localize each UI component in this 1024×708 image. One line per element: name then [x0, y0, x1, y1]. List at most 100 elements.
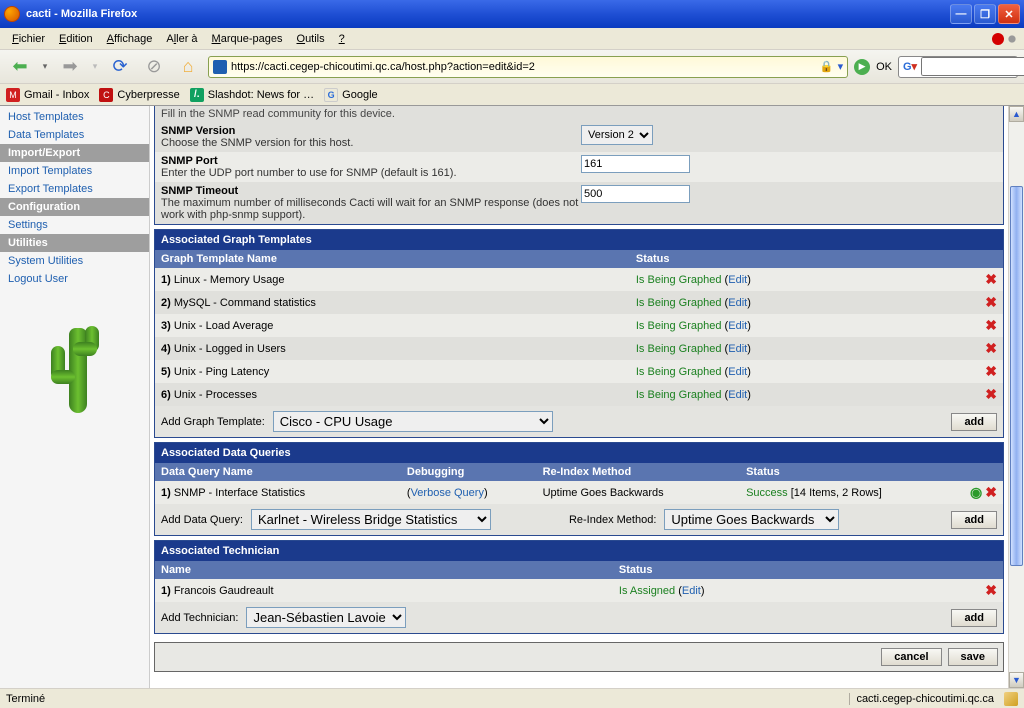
cancel-button[interactable]: cancel: [881, 648, 941, 666]
bookmark-cyberpresse[interactable]: CCyberpresse: [99, 88, 179, 102]
table-row: 6) Unix - ProcessesIs Being Graphed (Edi…: [155, 383, 1003, 406]
bookmark-google[interactable]: GGoogle: [324, 88, 377, 102]
edit-link[interactable]: Edit: [728, 343, 747, 355]
delete-icon[interactable]: ✖: [979, 337, 1003, 360]
sidebar-item-import-export[interactable]: Import/Export: [0, 144, 149, 162]
table-row: 2) MySQL - Command statisticsIs Being Gr…: [155, 291, 1003, 314]
delete-icon[interactable]: ✖: [979, 268, 1003, 291]
dq-col-reindex: Re-Index Method: [537, 463, 741, 481]
add-dq-button[interactable]: add: [951, 511, 997, 529]
ok-label: OK: [876, 61, 892, 73]
sidebar-item-settings[interactable]: Settings: [0, 216, 149, 234]
security-padlock-icon[interactable]: [1004, 692, 1018, 706]
add-tech-button[interactable]: add: [951, 609, 997, 627]
maximize-button[interactable]: ❐: [974, 4, 996, 24]
menu-outils[interactable]: Outils: [291, 31, 331, 47]
add-dq-select[interactable]: Karlnet - Wireless Bridge Statistics: [251, 509, 491, 530]
delete-icon[interactable]: ✖: [979, 360, 1003, 383]
back-button[interactable]: ⬅: [6, 53, 34, 81]
vertical-scrollbar[interactable]: ▲ ▼: [1008, 106, 1024, 688]
edit-link[interactable]: Edit: [728, 366, 747, 378]
sidebar-item-export-templates[interactable]: Export Templates: [0, 180, 149, 198]
url-bar[interactable]: 🔒 ▾: [208, 56, 848, 78]
sidebar-item-data-templates[interactable]: Data Templates: [0, 126, 149, 144]
gt-col-status: Status: [630, 250, 979, 268]
reload-icon[interactable]: ◉: [970, 484, 982, 500]
edit-link[interactable]: Edit: [728, 297, 747, 309]
search-input[interactable]: [921, 57, 1024, 76]
delete-icon[interactable]: ✖: [979, 579, 1003, 602]
slashdot-icon: /.: [190, 88, 204, 102]
url-dropdown-icon[interactable]: ▾: [838, 60, 844, 73]
scroll-thumb[interactable]: [1010, 186, 1023, 566]
delete-icon[interactable]: ✖: [979, 383, 1003, 406]
sidebar-item-configuration[interactable]: Configuration: [0, 198, 149, 216]
table-row: 5) Unix - Ping LatencyIs Being Graphed (…: [155, 360, 1003, 383]
snmp-timeout-input[interactable]: [581, 185, 690, 203]
bookmark-slashdot[interactable]: /.Slashdot: News for …: [190, 88, 314, 102]
graph-templates-header: Associated Graph Templates: [155, 230, 1003, 250]
reindex-select[interactable]: Uptime Goes Backwards: [664, 509, 839, 530]
go-button[interactable]: ▶: [854, 59, 870, 75]
add-gt-button[interactable]: add: [951, 413, 997, 431]
menu-edition[interactable]: Edition: [53, 31, 99, 47]
table-row: 3) Unix - Load AverageIs Being Graphed (…: [155, 314, 1003, 337]
edit-link[interactable]: Edit: [728, 320, 747, 332]
favicon-icon: [213, 60, 227, 74]
data-queries-header: Associated Data Queries: [155, 443, 1003, 463]
menu-allera[interactable]: Aller à: [160, 31, 203, 47]
edit-link[interactable]: Edit: [728, 389, 747, 401]
table-row: 1) Linux - Memory UsageIs Being Graphed …: [155, 268, 1003, 291]
menu-fichier[interactable]: Fichier: [6, 31, 51, 47]
add-gt-select[interactable]: Cisco - CPU Usage: [273, 411, 553, 432]
status-text: Is Being Graphed: [636, 320, 722, 332]
delete-icon[interactable]: ✖: [985, 484, 997, 500]
nav-toolbar: ⬅ ▾ ➡ ▾ ⟳ ⊘ ⌂ 🔒 ▾ ▶ OK G▾: [0, 50, 1024, 84]
google-icon[interactable]: G▾: [903, 60, 917, 74]
home-button[interactable]: ⌂: [174, 53, 202, 81]
add-gt-label: Add Graph Template:: [161, 416, 265, 428]
add-tech-select[interactable]: Jean-Sébastien Lavoie: [246, 607, 406, 628]
delete-icon[interactable]: ✖: [979, 314, 1003, 337]
edit-link[interactable]: Edit: [728, 274, 747, 286]
status-bar: Terminé cacti.cegep-chicoutimi.qc.ca: [0, 688, 1024, 708]
snmp-version-desc: Choose the SNMP version for this host.: [161, 137, 581, 149]
table-row: 4) Unix - Logged in UsersIs Being Graphe…: [155, 337, 1003, 360]
sidebar-item-logout-user[interactable]: Logout User: [0, 270, 149, 288]
snmp-version-label: SNMP Version: [161, 125, 581, 137]
minimize-button[interactable]: —: [950, 4, 972, 24]
close-button[interactable]: ✕: [998, 4, 1020, 24]
scroll-down-icon[interactable]: ▼: [1009, 672, 1024, 688]
dq-col-name: Data Query Name: [155, 463, 401, 481]
abp-icon[interactable]: [992, 33, 1004, 45]
sidebar-item-host-templates[interactable]: Host Templates: [0, 108, 149, 126]
sidebar-item-import-templates[interactable]: Import Templates: [0, 162, 149, 180]
menu-affichage[interactable]: Affichage: [101, 31, 159, 47]
delete-icon[interactable]: ✖: [979, 291, 1003, 314]
verbose-query-link[interactable]: Verbose Query: [411, 487, 484, 499]
snmp-port-input[interactable]: [581, 155, 690, 173]
status-text: Is Assigned: [619, 585, 675, 597]
status-domain: cacti.cegep-chicoutimi.qc.ca: [849, 693, 1000, 705]
menu-help[interactable]: ?: [333, 31, 351, 47]
forward-button[interactable]: ➡: [56, 53, 84, 81]
cacti-logo[interactable]: [45, 308, 105, 418]
back-dropdown[interactable]: ▾: [40, 53, 50, 81]
table-row: 1) SNMP - Interface Statistics(Verbose Q…: [155, 481, 1003, 504]
add-tech-label: Add Technician:: [161, 612, 238, 624]
search-bar[interactable]: G▾: [898, 56, 1018, 78]
sidebar-item-utilities[interactable]: Utilities: [0, 234, 149, 252]
save-button[interactable]: save: [948, 648, 998, 666]
url-input[interactable]: [231, 61, 816, 73]
forward-dropdown[interactable]: ▾: [90, 53, 100, 81]
reload-button[interactable]: ⟳: [106, 53, 134, 81]
scroll-up-icon[interactable]: ▲: [1009, 106, 1024, 122]
snmp-version-select[interactable]: Version 2: [581, 125, 653, 145]
menu-marquepages[interactable]: Marque-pages: [206, 31, 289, 47]
status-text: Terminé: [6, 693, 45, 705]
throbber-icon: [1006, 33, 1018, 45]
sidebar-item-system-utilities[interactable]: System Utilities: [0, 252, 149, 270]
edit-link[interactable]: Edit: [682, 585, 701, 597]
tech-col-name: Name: [155, 561, 613, 579]
bookmark-gmail[interactable]: MGmail - Inbox: [6, 88, 89, 102]
